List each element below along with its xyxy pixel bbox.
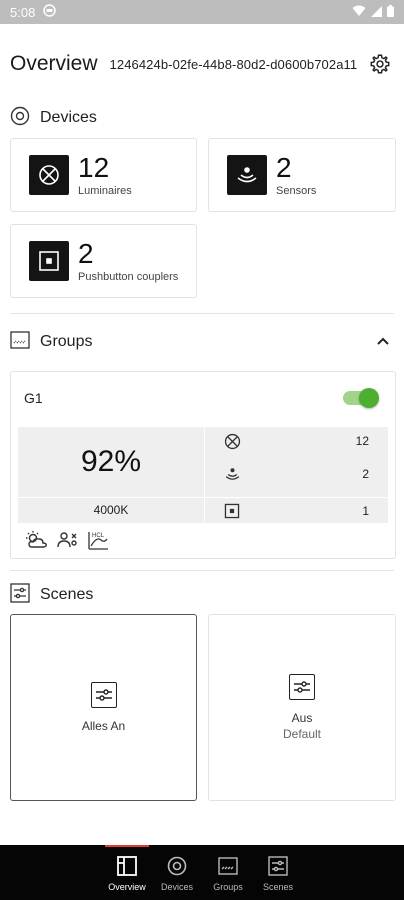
scene-name: Alles An — [81, 719, 126, 733]
luminaires-count: 12 — [78, 151, 110, 183]
scene-default-label: Default — [282, 727, 322, 741]
scene-card-alles-an[interactable]: Alles An — [10, 614, 197, 801]
notification-icon — [43, 4, 57, 20]
nav-overview[interactable]: Overview — [102, 845, 152, 900]
scenes-section-icon — [10, 582, 30, 608]
groups-section-title: Groups — [40, 333, 93, 350]
group-luminaires-count: 12 — [355, 434, 369, 448]
battery-icon — [387, 4, 394, 20]
devices-icon — [166, 855, 188, 877]
pushbutton-icon — [223, 502, 241, 520]
devices-section-title: Devices — [40, 109, 97, 126]
groups-section-icon — [10, 330, 30, 354]
group-toggle[interactable] — [343, 388, 379, 408]
scene-name: Aus — [291, 711, 313, 725]
daylight-icon — [25, 530, 49, 550]
panel-divider — [18, 497, 388, 498]
group-pushbuttons-count: 1 — [362, 504, 369, 518]
sensors-card[interactable]: 2 Sensors — [208, 138, 396, 212]
sensors-count: 2 — [276, 151, 292, 183]
gear-icon — [370, 54, 390, 74]
pushbutton-count: 2 — [78, 237, 94, 269]
group-status-panel: 92% 4000K 12 2 1 — [18, 427, 388, 523]
pushbutton-icon — [29, 241, 69, 281]
presence-icon — [57, 530, 79, 550]
pushbutton-couplers-card[interactable]: 2 Pushbutton couplers — [10, 224, 197, 298]
pushbutton-label: Pushbutton couplers — [78, 270, 179, 283]
overview-header: Overview 1246424b-02fe-44b8-80d2-d0600b7… — [10, 46, 392, 82]
divider — [10, 313, 394, 314]
scene-icon — [90, 682, 117, 708]
divider — [10, 570, 394, 571]
status-time: 5:08 — [10, 4, 36, 20]
nav-groups[interactable]: Groups — [203, 845, 253, 900]
installation-id: 1246424b-02fe-44b8-80d2-d0600b702a11 — [109, 56, 358, 72]
hcl-icon: HCL — [87, 530, 109, 550]
group-card-g1[interactable]: G1 92% 4000K 12 2 1 HCL — [10, 371, 396, 559]
chevron-up-icon[interactable] — [376, 333, 390, 351]
group-brightness: 92% — [80, 445, 142, 478]
scenes-section-title: Scenes — [40, 586, 94, 603]
settings-button[interactable] — [368, 52, 392, 76]
sensor-icon — [227, 155, 267, 195]
devices-section-icon — [10, 106, 30, 131]
luminaire-icon — [29, 155, 69, 195]
nav-scenes[interactable]: Scenes — [253, 845, 303, 900]
group-color-temperature: 4000K — [93, 503, 129, 517]
hcl-label: HCL — [92, 533, 105, 539]
nav-groups-label: Groups — [213, 882, 243, 892]
sensor-icon — [223, 465, 241, 483]
group-pushbuttons-row: 1 — [205, 499, 388, 523]
scenes-section-header: Scenes — [10, 582, 394, 608]
nav-overview-label: Overview — [108, 882, 146, 892]
groups-icon — [217, 855, 239, 877]
group-name: G1 — [24, 390, 43, 406]
wifi-icon — [352, 5, 366, 20]
status-bar: 5:08 — [0, 0, 404, 24]
scenes-icon — [267, 855, 289, 877]
bottom-nav: Overview Devices Groups Scenes — [0, 845, 404, 900]
devices-section-header: Devices — [10, 105, 394, 131]
group-sensors-count: 2 — [362, 467, 369, 481]
group-luminaires-row: 12 — [205, 429, 388, 453]
page-title: Overview — [10, 52, 98, 75]
toggle-knob — [359, 388, 379, 408]
luminaire-icon — [223, 432, 241, 450]
overview-icon — [116, 855, 138, 877]
nav-devices-label: Devices — [160, 882, 193, 892]
luminaires-label: Luminaires — [78, 184, 132, 197]
scene-icon — [289, 674, 315, 700]
nav-scenes-label: Scenes — [262, 882, 294, 892]
signal-icon — [371, 5, 382, 20]
luminaires-card[interactable]: 12 Luminaires — [10, 138, 197, 212]
scene-card-aus[interactable]: Aus Default — [208, 614, 396, 801]
group-sensors-row: 2 — [205, 462, 388, 486]
sensors-label: Sensors — [276, 184, 317, 197]
group-feature-icons: HCL — [25, 530, 109, 550]
nav-devices[interactable]: Devices — [152, 845, 202, 900]
groups-section-header[interactable]: Groups — [10, 329, 394, 355]
